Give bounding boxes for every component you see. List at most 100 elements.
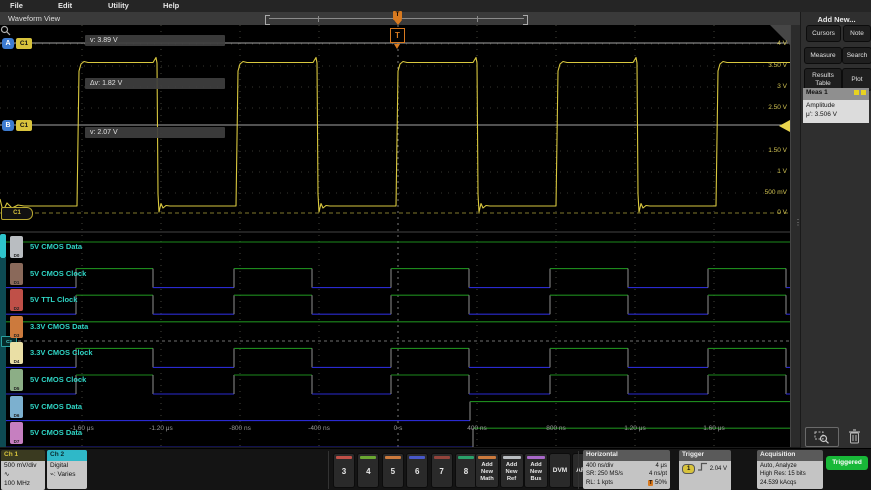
- menu-item-edit[interactable]: Edit: [58, 1, 72, 10]
- digital-channel-badge-d6[interactable]: D6: [10, 396, 23, 418]
- add-new-search-button[interactable]: Search: [842, 47, 871, 64]
- add-new-cursors-button[interactable]: Cursors: [806, 25, 841, 42]
- cursor-b-readout[interactable]: v: 2.07 V: [85, 127, 225, 138]
- menu-item-utility[interactable]: Utility: [108, 1, 129, 10]
- add-new-title: Add New...: [801, 15, 871, 24]
- ch1-ground-marker[interactable]: C1: [1, 207, 33, 220]
- channel-number: 4: [358, 467, 378, 476]
- measurement-badge[interactable]: Meas 1 Amplitude μ': 3.506 V: [803, 88, 869, 123]
- time-tick-label: 800 ns: [534, 425, 578, 432]
- digital-channel-label: 3.3V CMOS Clock: [30, 348, 93, 357]
- digital-group-handle[interactable]: [0, 234, 6, 258]
- time-tick-label: 0 s: [376, 425, 420, 432]
- acquisition-badge-header: Acquisition: [757, 450, 823, 461]
- record-view-tick: [477, 16, 478, 22]
- bottom-bar-separator: [328, 451, 329, 489]
- ch1-badge-body: 500 mV/div ∿ 100 MHz: [1, 461, 45, 490]
- digital-group-strip: [0, 258, 6, 447]
- trigger-badge[interactable]: Trigger 1 2.04 V: [679, 450, 731, 490]
- measurement-status-icon: [861, 90, 866, 95]
- ch1-badge-header: Ch 1: [1, 450, 45, 461]
- time-tick-label: -1.20 μs: [139, 425, 183, 432]
- digital-channel-badge-d4[interactable]: D4: [10, 342, 23, 364]
- cursor-delta-readout[interactable]: Δv: 1.82 V: [85, 78, 225, 89]
- digital-channel-label: 5V CMOS Data: [30, 428, 82, 437]
- horizontal-badge-header: Horizontal: [583, 450, 670, 461]
- measurement-badge-header: Meas 1: [803, 88, 869, 100]
- trash-icon: [848, 429, 861, 444]
- add-new-bus-button[interactable]: AddNewBus: [524, 453, 548, 488]
- record-view-left-bracket[interactable]: [265, 15, 270, 25]
- channel-color-stripe: [409, 456, 425, 459]
- digital-channel-label: 5V CMOS Clock: [30, 269, 86, 278]
- add-new-measure-button[interactable]: Measure: [804, 47, 842, 64]
- horizontal-badge[interactable]: Horizontal 400 ns/div4 μsSR: 250 MS/s4 n…: [583, 450, 670, 489]
- trigger-position-icon: T: [648, 480, 653, 486]
- horizontal-badge-body: 400 ns/div4 μsSR: 250 MS/s4 ns/ptRL: 1 k…: [583, 461, 670, 489]
- bottom-bar: Ch 1 500 mV/div ∿ 100 MHz Ch 2 Digital ⌁…: [0, 448, 871, 490]
- trigger-flag-icon[interactable]: T: [390, 28, 405, 43]
- zoom-mode-button[interactable]: [805, 427, 839, 447]
- trigger-position-marker-icon[interactable]: T: [393, 11, 402, 20]
- menu-item-help[interactable]: Help: [163, 1, 179, 10]
- add-new-color-stripe: [527, 456, 545, 459]
- ch1-badge[interactable]: Ch 1 500 mV/div ∿ 100 MHz: [1, 450, 45, 490]
- digital-channel-badge-d2[interactable]: D2: [10, 289, 23, 311]
- voltage-tick-label: 3.50 V: [753, 62, 787, 69]
- add-new-ref-button[interactable]: AddNewRef: [500, 453, 524, 488]
- add-new-math-button[interactable]: AddNewMath: [475, 453, 499, 488]
- ch2-badge-header: Ch 2: [47, 450, 87, 461]
- horizontal-info-row: RL: 1 kptsT 50%: [586, 479, 667, 487]
- ch2-badge-body: Digital ⌁: Varies: [47, 461, 87, 489]
- channel-5-button[interactable]: 5: [382, 453, 404, 488]
- trigger-level-value: 2.04 V: [710, 466, 727, 472]
- channel-6-button[interactable]: 6: [406, 453, 428, 488]
- digital-channel-badge-d3[interactable]: D3: [10, 316, 23, 338]
- bottom-bar-separator: [578, 451, 579, 489]
- channel-4-button[interactable]: 4: [357, 453, 379, 488]
- ch1-probe-icon: ∿: [4, 471, 42, 480]
- acquisition-badge[interactable]: Acquisition Auto, Analyze High Res: 15 b…: [757, 450, 823, 489]
- channel-color-stripe: [434, 456, 450, 459]
- add-new-note-button[interactable]: Note: [843, 25, 871, 42]
- time-tick-label: -800 ns: [218, 425, 262, 432]
- trigger-source-badge: 1: [682, 464, 695, 474]
- time-tick-label: 1.20 μs: [613, 425, 657, 432]
- channel-number: 3: [334, 467, 354, 476]
- add-new-label: AddNewRef: [501, 462, 523, 484]
- channel-8-button[interactable]: 8: [455, 453, 477, 488]
- menu-item-file[interactable]: File: [10, 1, 23, 10]
- measurement-name: Meas 1: [806, 89, 828, 96]
- acquisition-mode: Auto, Analyze: [760, 462, 820, 470]
- digital-channel-label: 3.3V CMOS Data: [30, 322, 88, 331]
- cursor-b-badge[interactable]: B: [2, 120, 14, 131]
- ch1-bandwidth: 100 MHz: [4, 480, 42, 489]
- channel-3-button[interactable]: 3: [333, 453, 355, 488]
- horizontal-info-row: 400 ns/div4 μs: [586, 462, 667, 470]
- channel-color-stripe: [385, 456, 401, 459]
- cursor-a-badge[interactable]: A: [2, 38, 14, 49]
- trigger-level-arrow-icon[interactable]: [779, 120, 790, 132]
- trigger-status-indicator: Triggered: [826, 456, 868, 470]
- add-new-color-stripe: [503, 456, 521, 459]
- ch2-badge[interactable]: Ch 2 Digital ⌁: Varies: [47, 450, 87, 489]
- time-tick-label: 400 ns: [455, 425, 499, 432]
- dvm-button[interactable]: DVM: [549, 453, 571, 488]
- channel-number: 5: [383, 467, 403, 476]
- cursor-a-source-badge[interactable]: C1: [16, 38, 32, 49]
- waveform-plot[interactable]: T A C1 v: 3.89 V Δv: 1.82 V B C1 v: 2.07…: [0, 25, 790, 447]
- channel-7-button[interactable]: 7: [431, 453, 453, 488]
- rising-edge-icon: [697, 462, 708, 471]
- cursor-a-readout[interactable]: v: 3.89 V: [85, 35, 225, 46]
- cursor-b-source-badge[interactable]: C1: [16, 120, 32, 131]
- voltage-tick-label: 500 mV: [753, 189, 787, 196]
- digital-channel-badge-d0[interactable]: D0: [10, 236, 23, 258]
- record-view-right-bracket[interactable]: [523, 15, 528, 25]
- delete-button[interactable]: [845, 427, 863, 445]
- record-view-tick: [318, 16, 319, 22]
- digital-channel-badge-d1[interactable]: D1: [10, 263, 23, 285]
- voltage-tick-label: 1 V: [753, 168, 787, 175]
- digital-channel-badge-d7[interactable]: D7: [10, 422, 23, 444]
- digital-channel-badge-d5[interactable]: D5: [10, 369, 23, 391]
- voltage-tick-label: 0 V: [753, 209, 787, 216]
